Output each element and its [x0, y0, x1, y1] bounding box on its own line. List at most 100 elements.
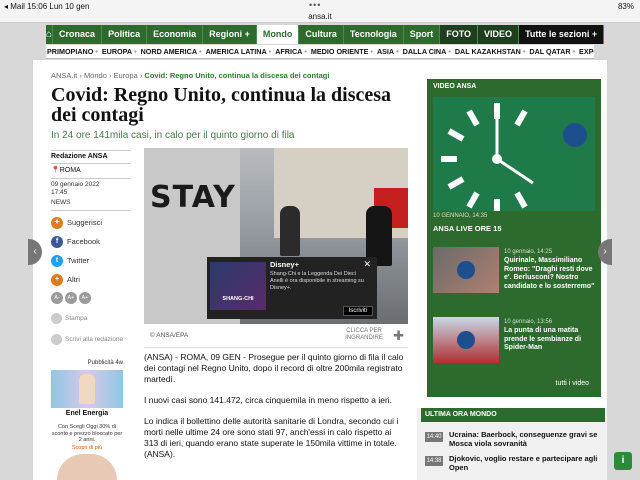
facebook-button[interactable]: f Facebook — [51, 235, 141, 251]
ad-text: Con Scegli Oggi 30% di sconto e prezzo b… — [51, 424, 123, 443]
home-icon[interactable]: ⌂ — [46, 25, 54, 44]
paragraph: Lo indica il bollettino delle autorità s… — [144, 416, 399, 459]
breadcrumb-europa[interactable]: Europa — [114, 71, 138, 80]
video-item3-date: 10 gennaio, 13:56 — [504, 319, 553, 325]
tab-dots-icon[interactable]: ••• — [309, 0, 321, 10]
nav-mondo[interactable]: Mondo — [256, 25, 300, 44]
article-type: NEWS — [51, 199, 131, 211]
video-item3-title[interactable]: La punta di una matita prende le sembian… — [504, 327, 596, 353]
subnav-nord-america[interactable]: NORD AMERICA — [140, 47, 198, 56]
article-subtitle: In 24 ore 141mila casi, in calo per il q… — [51, 130, 295, 141]
suggest-button[interactable]: ✦ Suggerisci — [51, 216, 141, 232]
video-header: VIDEO ANSA — [433, 83, 477, 90]
breadcrumb-mondo[interactable]: Mondo — [84, 71, 107, 80]
advertisement[interactable]: Pubblicità 4w Enel Energia Con Scegli Og… — [51, 360, 123, 480]
article-time: 17:45 — [51, 189, 68, 196]
url-text: ansa.it — [308, 12, 332, 21]
paragraph: I nuovi casi sono 141.472, circa cinquem… — [144, 395, 393, 405]
mail-icon — [51, 334, 62, 345]
video-camera-icon — [563, 123, 587, 147]
location-pin-icon: 📍 — [51, 167, 60, 174]
nav-cultura[interactable]: Cultura — [299, 25, 344, 44]
article-meta: Redazione ANSA 📍ROMA 09 gennaio 2022 17:4… — [51, 150, 131, 211]
video-thumb-3[interactable] — [433, 317, 499, 363]
nav-cronaca[interactable]: Cronaca — [53, 25, 103, 44]
twitter-icon: t — [51, 255, 63, 267]
video-main-date: 10 GENNAIO, 14:35 — [433, 213, 488, 219]
subnav-dal-kazakhstan[interactable]: DAL KAZAKHSTAN — [454, 47, 522, 56]
write-editor-button[interactable]: Scrivi alla redazione — [51, 334, 123, 345]
nav-politica[interactable]: Politica — [102, 25, 148, 44]
sub-nav: PRIMOPIANO • EUROPA • NORD AMERICA • AMERIC… — [46, 45, 594, 59]
ad-cta[interactable]: Scopri di più — [51, 445, 123, 451]
subnav-dal-qatar[interactable]: DAL QATAR — [528, 47, 571, 56]
nav-video[interactable]: VIDEO — [478, 25, 520, 44]
subnav-expo-dubai[interactable]: EXPO DUBAI — [578, 47, 594, 56]
main-nav: ⌂ Cronaca Politica Economia Regioni + Mo… — [46, 25, 605, 44]
ultima-ora-box: ULTIMA ORA MONDO 14:40 Ucraina: Baerbock… — [417, 408, 607, 480]
video-item2-date: 10 gennaio, 14:25 — [504, 249, 553, 255]
font-increase-more-button[interactable]: A+ — [79, 292, 91, 304]
video-thumb-2[interactable] — [433, 247, 499, 293]
altri-button[interactable]: + Altri — [51, 273, 141, 289]
url-bar[interactable]: ansa.it — [0, 11, 640, 23]
video-camera-icon — [457, 261, 475, 279]
nav-tecnologia[interactable]: Tecnologia — [344, 25, 404, 44]
video-item2-title[interactable]: Quirinale, Massimiliano Romeo: "Draghi r… — [504, 257, 596, 291]
nav-sport[interactable]: Sport — [404, 25, 441, 44]
subnav-asia[interactable]: ASIA — [376, 47, 395, 56]
subnav-europa[interactable]: EUROPA — [101, 47, 133, 56]
article-body: (ANSA) - ROMA, 09 GEN - Prosegue per il … — [144, 352, 406, 470]
ad-label: Pubblicità 4w — [87, 360, 123, 366]
status-left: ◂ Mail 15:06 Lun 10 gen — [4, 2, 90, 11]
photo-credit: © ANSA/EPA — [150, 332, 189, 339]
info-button[interactable]: i — [614, 452, 632, 470]
breadcrumb-home[interactable]: ANSA.it — [51, 71, 77, 80]
font-decrease-button[interactable]: A- — [51, 292, 63, 304]
subnav-africa[interactable]: AFRICA — [274, 47, 303, 56]
twitter-button[interactable]: t Twitter — [51, 254, 141, 270]
paragraph: (ANSA) - ROMA, 09 GEN - Prosegue per il … — [144, 352, 404, 384]
disney-description: Shang-Chi e la Leggenda Dei Dieci Anelli… — [270, 271, 364, 291]
lightbulb-icon: ✦ — [51, 217, 63, 229]
breadcrumb: ANSA.it › Mondo › Europa › Covid: Regno … — [51, 71, 330, 80]
nav-foto[interactable]: FOTO — [440, 25, 479, 44]
news-time: 14:38 — [425, 456, 443, 466]
news-time: 14:40 — [425, 432, 443, 442]
byline: Redazione ANSA — [51, 150, 131, 160]
nav-tutte-sezioni[interactable]: Tutte le sezioni + — [519, 25, 605, 44]
subnav-dalla-cina[interactable]: DALLA CINA — [402, 47, 448, 56]
font-increase-button[interactable]: A+ — [65, 292, 77, 304]
print-button[interactable]: Stampa — [51, 313, 87, 324]
article-place: 📍ROMA — [51, 163, 131, 174]
video-camera-icon — [457, 331, 475, 349]
nav-economia[interactable]: Economia — [147, 25, 204, 44]
news-text: Djokovic, voglio restare e partecipare a… — [449, 454, 598, 472]
font-size-controls: A- A+ A+ — [51, 292, 91, 304]
enlarge-icon[interactable]: ✚ — [393, 328, 404, 344]
print-icon — [51, 313, 62, 324]
nav-regioni[interactable]: Regioni + — [203, 25, 257, 44]
disney-thumbnail: SHANG-CHI — [210, 262, 266, 310]
clock-icon — [441, 103, 534, 211]
all-videos-link[interactable]: tutti i video — [556, 380, 589, 387]
subnav-medio-oriente[interactable]: MEDIO ORIENTE — [310, 47, 370, 56]
video-ansa-box: VIDEO ANSA 10 GENNAIO, 14:35 ANSA LIVE O… — [427, 79, 601, 397]
breadcrumb-current: Covid: Regno Unito, continua la discesa … — [144, 71, 330, 80]
photo-caption: © ANSA/EPA CLICCA PER INGRANDIRE ✚ — [144, 326, 408, 348]
ad-image — [51, 370, 123, 408]
video-main[interactable] — [433, 97, 595, 211]
article-date: 09 gennaio 2022 17:45 — [51, 178, 131, 197]
enlarge-label[interactable]: CLICCA PER INGRANDIRE — [342, 328, 386, 342]
disney-brand: Disney+ — [270, 260, 299, 269]
facebook-icon: f — [51, 236, 63, 248]
subnav-america-latina[interactable]: AMERICA LATINA — [205, 47, 268, 56]
ad-brand: Enel Energia — [65, 410, 109, 417]
close-icon[interactable]: ✕ — [363, 259, 371, 270]
disney-popup[interactable]: SHANG-CHI Disney+ ✕ Shang-Chi e la Legge… — [207, 257, 377, 319]
article-title: Covid: Regno Unito, continua la discesa … — [51, 84, 392, 126]
subscribe-button[interactable]: Iscriviti — [342, 306, 373, 316]
subnav-primopiano[interactable]: PRIMOPIANO — [46, 47, 94, 56]
plus-icon: + — [51, 274, 63, 286]
video-main-title[interactable]: ANSA LIVE ORE 15 — [433, 224, 502, 233]
